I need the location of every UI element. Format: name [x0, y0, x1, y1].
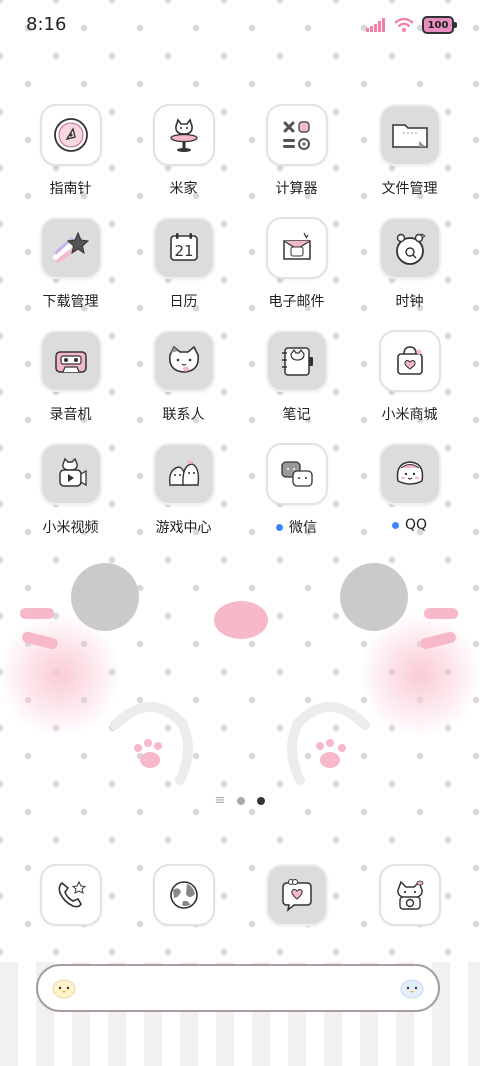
folder-icon[interactable]	[378, 104, 441, 166]
dock-phone[interactable]	[14, 864, 127, 926]
app-contacts[interactable]: 联系人	[127, 330, 240, 443]
video-camera-icon[interactable]	[39, 443, 102, 505]
dock-camera[interactable]	[353, 864, 466, 926]
menu-lines-icon[interactable]: ≡	[215, 794, 226, 807]
app-download-manager[interactable]: 下载管理	[14, 217, 127, 330]
left-whisker-1	[20, 608, 54, 619]
app-mijia[interactable]: 米家	[127, 104, 240, 217]
bird-icon	[400, 979, 424, 999]
page-indicator: ≡	[0, 794, 480, 807]
app-label: 笔记	[282, 407, 311, 423]
shooting-star-icon[interactable]	[39, 217, 102, 279]
penguin-icon[interactable]	[378, 443, 441, 505]
app-qq[interactable]: QQ	[353, 443, 466, 556]
calendar-icon[interactable]: 21	[152, 217, 215, 279]
right-cheek-blush	[358, 613, 480, 737]
app-label: QQ	[404, 517, 428, 533]
chick-icon	[52, 979, 76, 999]
cassette-icon[interactable]	[39, 330, 102, 392]
nose	[214, 601, 268, 639]
page-dot-active[interactable]	[257, 797, 266, 805]
wallpaper-face	[0, 563, 480, 785]
app-label: 电子邮件	[268, 294, 325, 310]
app-label: 游戏中心	[155, 520, 212, 536]
left-paw-print	[134, 739, 162, 768]
app-game-center[interactable]: 游戏中心	[127, 443, 240, 556]
app-label: 微信	[289, 520, 317, 536]
app-compass[interactable]: 指南针	[14, 104, 127, 217]
status-time: 8:16	[26, 14, 67, 35]
camera-icon[interactable]	[378, 864, 441, 926]
compass-icon[interactable]	[39, 104, 102, 166]
cat-chair-icon[interactable]	[152, 104, 215, 166]
app-grid: 指南针 米家 计算器 文件管理 下载管理 21 日历 电子邮件 时钟 录音机 联…	[14, 104, 466, 556]
shopping-bag-icon[interactable]	[378, 330, 441, 392]
notification-dot	[276, 523, 283, 531]
app-recorder[interactable]: 录音机	[14, 330, 127, 443]
app-notes[interactable]: 笔记	[240, 330, 353, 443]
phone-icon[interactable]	[39, 864, 102, 926]
app-file-manager[interactable]: 文件管理	[353, 104, 466, 217]
app-label: 日历	[169, 294, 198, 310]
right-whisker-1	[424, 608, 458, 619]
friends-icon[interactable]	[152, 443, 215, 505]
app-clock[interactable]: 时钟	[353, 217, 466, 330]
right-eye	[340, 563, 408, 631]
battery-level: 100	[427, 19, 449, 31]
notification-dot	[391, 521, 399, 529]
calculator-icon[interactable]	[265, 104, 328, 166]
calendar-date: 21	[174, 242, 193, 260]
chat-bubbles-icon[interactable]	[265, 443, 328, 505]
dock-messages[interactable]	[240, 864, 353, 926]
app-calculator[interactable]: 计算器	[240, 104, 353, 217]
app-label: 计算器	[275, 181, 318, 197]
app-calendar[interactable]: 21 日历	[127, 217, 240, 330]
app-label: 时钟	[395, 294, 424, 310]
page-dot[interactable]	[237, 797, 246, 805]
status-bar: 8:16 100	[0, 0, 480, 50]
app-label: 下载管理	[42, 294, 99, 310]
cat-face-icon[interactable]	[152, 330, 215, 392]
status-icons: 100	[366, 16, 457, 34]
app-email[interactable]: 电子邮件	[240, 217, 353, 330]
search-bar[interactable]	[36, 964, 440, 1012]
battery-icon: 100	[422, 16, 457, 34]
app-mi-video[interactable]: 小米视频	[14, 443, 127, 556]
dock	[14, 864, 466, 926]
notebook-icon[interactable]	[265, 330, 328, 392]
app-label: 米家	[169, 181, 198, 197]
right-paw-print	[316, 739, 346, 768]
app-label: 小米视频	[42, 520, 99, 536]
globe-icon[interactable]	[152, 864, 215, 926]
dock-browser[interactable]	[127, 864, 240, 926]
app-label: 小米商城	[381, 407, 438, 423]
message-heart-icon[interactable]	[265, 864, 328, 926]
left-eye	[71, 563, 139, 631]
app-label: 文件管理	[381, 181, 438, 197]
app-label: 录音机	[49, 407, 92, 423]
envelope-icon[interactable]	[265, 217, 328, 279]
clock-icon[interactable]	[378, 217, 441, 279]
wifi-icon	[394, 17, 414, 32]
app-label: 指南针	[49, 181, 92, 197]
left-cheek-blush	[0, 613, 122, 737]
signal-icon	[366, 18, 385, 32]
app-wechat[interactable]: 微信	[240, 443, 353, 556]
app-label: 联系人	[162, 407, 205, 423]
app-mi-store[interactable]: 小米商城	[353, 330, 466, 443]
